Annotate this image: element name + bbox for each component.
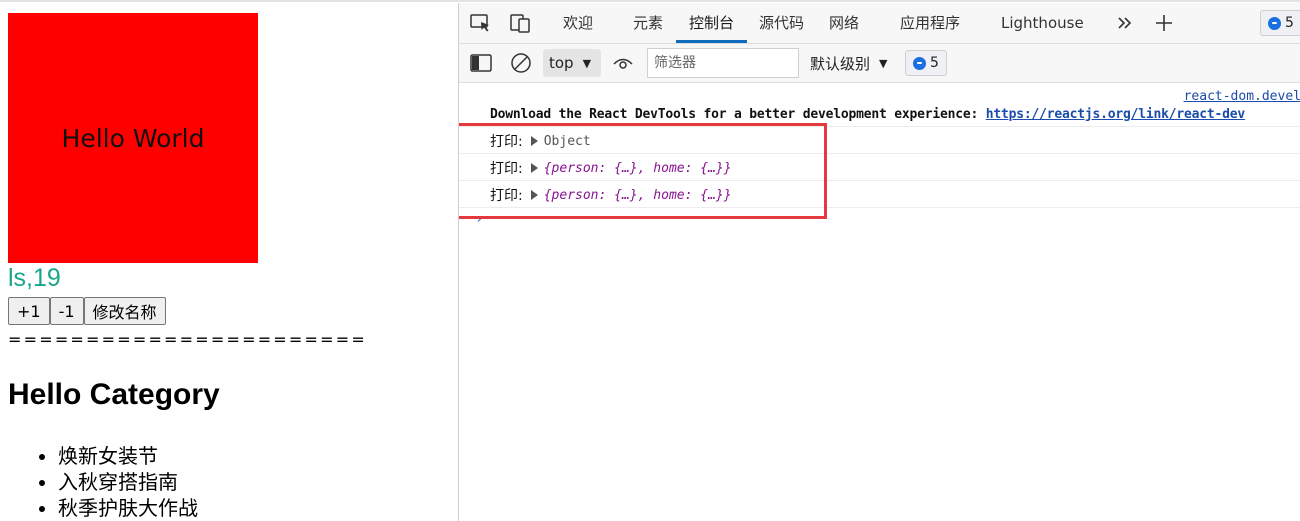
more-tabs-icon[interactable] (1113, 11, 1137, 35)
category-item: 焕新女装节 (58, 443, 198, 469)
category-item: 入秋穿搭指南 (58, 469, 198, 495)
inspect-element-icon[interactable] (469, 11, 493, 35)
device-emulation-icon[interactable] (509, 11, 533, 35)
name-age-text: ls,19 (8, 264, 61, 292)
tab-elements[interactable]: 元素 (633, 3, 663, 43)
message-count-badge[interactable]: 5 (1260, 10, 1300, 36)
category-item: 秋季护肤大作战 (58, 495, 198, 521)
sidebar-toggle-icon[interactable] (469, 51, 493, 75)
console-output: react-dom.devel Download the React DevTo… (459, 83, 1300, 521)
download-link[interactable]: https://reactjs.org/link/react-dev (986, 107, 1246, 122)
rename-button[interactable]: 修改名称 (83, 297, 166, 325)
active-tab-indicator (676, 40, 747, 43)
expand-triangle-icon[interactable] (530, 136, 538, 146)
add-tab-icon[interactable] (1152, 11, 1176, 35)
log-object[interactable]: Object (544, 134, 591, 149)
page-viewport: Hello World ls,19 +1 -1 修改名称 ===========… (0, 3, 458, 521)
download-message-text: Download the React DevTools for a better… (490, 107, 986, 122)
log-level-select[interactable]: 默认级别 ▼ (810, 48, 887, 78)
category-list: 焕新女装节 入秋穿搭指南 秋季护肤大作战 (8, 443, 198, 521)
live-expression-eye-icon[interactable] (611, 51, 635, 75)
increment-button[interactable]: +1 (8, 297, 50, 325)
top-border (0, 0, 1300, 2)
issues-bubble-icon (913, 56, 926, 70)
console-log-row: 打印: Object (490, 129, 591, 153)
expand-triangle-icon[interactable] (530, 163, 538, 173)
tab-lighthouse[interactable]: Lighthouse (1001, 3, 1084, 43)
log-object[interactable]: {person: {…}, home: {…}} (544, 188, 732, 203)
row-separator (459, 207, 1300, 208)
hello-world-text: Hello World (61, 123, 205, 153)
divider-text: ======================= (8, 330, 367, 349)
tab-application[interactable]: 应用程序 (900, 3, 960, 43)
context-select[interactable]: top ▼ (543, 49, 601, 77)
console-log-row: 打印: {person: {…}, home: {…}} (490, 183, 732, 207)
row-separator (459, 153, 1300, 154)
filter-input[interactable] (647, 48, 799, 78)
message-count: 5 (1285, 15, 1294, 31)
log-label: 打印: (490, 161, 523, 177)
clear-console-icon[interactable] (509, 51, 533, 75)
row-separator (459, 126, 1300, 127)
row-separator (459, 180, 1300, 181)
decrement-button[interactable]: -1 (49, 297, 84, 325)
tab-network[interactable]: 网络 (829, 3, 859, 43)
devtools-download-message: Download the React DevTools for a better… (490, 107, 1245, 122)
issues-count: 5 (930, 55, 939, 71)
log-object[interactable]: {person: {…}, home: {…}} (544, 161, 732, 176)
expand-triangle-icon[interactable] (530, 190, 538, 200)
log-level-value: 默认级别 (810, 54, 871, 73)
devtools-panel: 欢迎 元素 控制台 源代码 网络 应用程序 Lighthouse 5 top ▼ (458, 3, 1300, 521)
log-label: 打印: (490, 134, 523, 150)
category-heading: Hello Category (8, 378, 220, 411)
console-toolbar: top ▼ 默认级别 ▼ 5 (459, 44, 1300, 83)
button-row: +1 -1 修改名称 (8, 297, 166, 325)
context-value: top (549, 54, 574, 72)
message-bubble-icon (1268, 16, 1281, 30)
chevron-down-icon: ▼ (879, 56, 888, 70)
issues-badge[interactable]: 5 (905, 50, 947, 76)
log-label: 打印: (490, 188, 523, 204)
source-link[interactable]: react-dom.devel (1184, 89, 1300, 104)
tab-sources[interactable]: 源代码 (759, 3, 804, 43)
devtools-tabbar: 欢迎 元素 控制台 源代码 网络 应用程序 Lighthouse 5 (459, 3, 1300, 44)
hello-world-box: Hello World (8, 13, 258, 263)
chevron-down-icon: ▼ (582, 56, 592, 70)
console-prompt[interactable]: › (475, 211, 483, 227)
tab-console[interactable]: 控制台 (689, 3, 734, 43)
console-log-row: 打印: {person: {…}, home: {…}} (490, 156, 732, 180)
tab-welcome[interactable]: 欢迎 (563, 3, 593, 43)
